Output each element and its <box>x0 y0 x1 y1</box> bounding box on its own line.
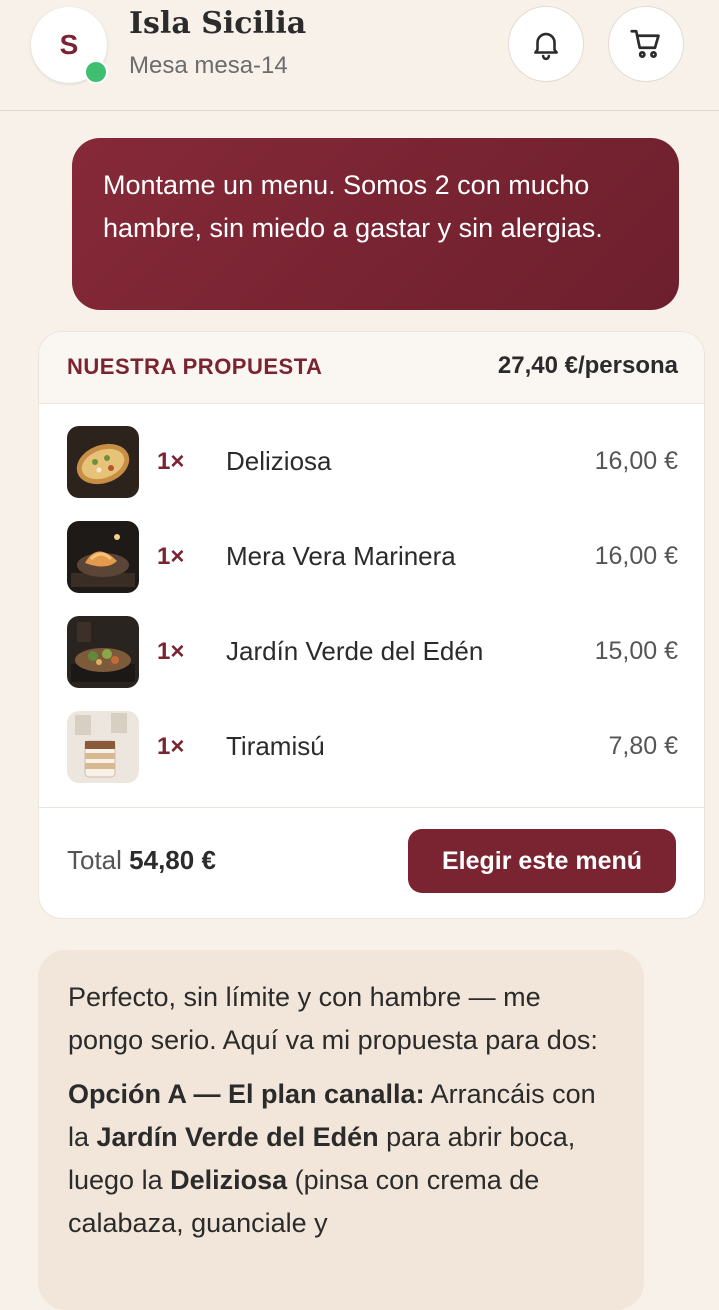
item-price: 7,80 € <box>608 732 678 760</box>
assistant-message-bubble: Perfecto, sin límite y con hambre — me p… <box>38 950 644 1310</box>
list-item: 1× Deliziosa 16,00 € <box>39 414 704 509</box>
list-item: 1× Tiramisú 7,80 € <box>39 699 704 794</box>
table-label: Mesa mesa-14 <box>129 52 288 79</box>
assistant-paragraph: Perfecto, sin límite y con hambre — me p… <box>68 982 598 1055</box>
list-item: 1× Mera Vera Marinera 16,00 € <box>39 509 704 604</box>
item-name: Mera Vera Marinera <box>226 541 456 571</box>
item-price: 15,00 € <box>594 637 678 665</box>
dish-image <box>67 711 139 783</box>
online-status-dot <box>84 60 108 84</box>
item-name: Deliziosa <box>226 446 332 476</box>
list-item: 1× Jardín Verde del Edén 15,00 € <box>39 604 704 699</box>
item-quantity: 1× <box>157 638 185 665</box>
app-header: S Isla Sicilia Mesa mesa-14 <box>0 0 719 111</box>
dish-image <box>67 616 139 688</box>
item-quantity: 1× <box>157 448 185 475</box>
item-quantity: 1× <box>157 543 185 570</box>
proposal-title: NUESTRA PROPUESTA <box>67 354 323 379</box>
total: Total 54,80 € <box>67 845 216 876</box>
total-value: 54,80 € <box>129 845 216 875</box>
dish-image <box>67 521 139 593</box>
proposal-header: NUESTRA PROPUESTA 27,40 €/persona <box>39 332 704 404</box>
item-price: 16,00 € <box>594 447 678 475</box>
item-name: Jardín Verde del Edén <box>226 636 484 666</box>
option-a-title: Opción A — El plan canalla: <box>68 1079 425 1109</box>
price-per-person: 27,40 €/persona <box>497 352 678 379</box>
assistant-option-a: Opción A — El plan canalla: Arrancáis co… <box>68 1073 614 1245</box>
avatar-letter: S <box>59 29 79 60</box>
dish-image <box>67 426 139 498</box>
notifications-button[interactable] <box>508 6 584 82</box>
bell-icon <box>534 32 558 61</box>
cart-icon <box>630 29 660 58</box>
option-a-dish: Jardín Verde del Edén <box>96 1122 379 1152</box>
user-message-bubble: Montame un menu. Somos 2 con mucho hambr… <box>72 138 679 310</box>
menu-proposal-card: NUESTRA PROPUESTA 27,40 €/persona 1× Del… <box>38 331 705 919</box>
item-quantity: 1× <box>157 733 185 760</box>
item-price: 16,00 € <box>594 542 678 570</box>
item-name: Tiramisú <box>226 731 325 761</box>
total-label: Total <box>67 845 122 875</box>
restaurant-name: Isla Sicilia <box>129 6 307 41</box>
choose-menu-button[interactable]: Elegir este menú <box>408 829 676 893</box>
proposal-footer: Total 54,80 € Elegir este menú <box>39 807 704 918</box>
option-a-dish: Deliziosa <box>170 1165 288 1195</box>
cart-button[interactable] <box>608 6 684 82</box>
